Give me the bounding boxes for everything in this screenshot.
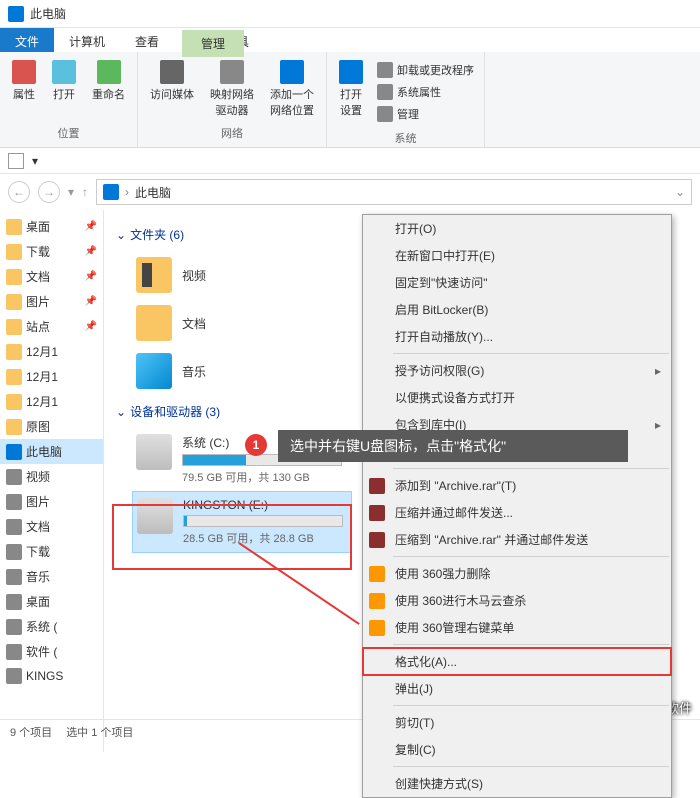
tab-computer[interactable]: 计算机: [54, 28, 120, 52]
nav-history[interactable]: ▾: [68, 185, 74, 199]
context-menu-item[interactable]: 弹出(J): [363, 675, 671, 702]
nav-back[interactable]: ←: [8, 181, 30, 203]
sidebar-item[interactable]: 软件 (: [0, 639, 103, 664]
status-selected: 选中 1 个项目: [66, 724, 133, 740]
sidebar-item[interactable]: 音乐: [0, 564, 103, 589]
sidebar-item[interactable]: 视频: [0, 464, 103, 489]
sidebar-item[interactable]: 12月1: [0, 389, 103, 414]
context-menu-item[interactable]: 压缩并通过邮件发送...: [363, 499, 671, 526]
sidebar-item[interactable]: 图片: [0, 489, 103, 514]
sidebar-item[interactable]: 桌面: [0, 589, 103, 614]
context-menu-item[interactable]: 复制(C): [363, 736, 671, 763]
context-menu: 打开(O)在新窗口中打开(E)固定到"快速访问"启用 BitLocker(B)打…: [362, 214, 672, 798]
ribbon-uninstall[interactable]: 卸载或更改程序: [373, 60, 478, 80]
context-menu-item[interactable]: 打开(O): [363, 215, 671, 242]
ribbon-group-location: 位置: [6, 123, 131, 143]
drive-icon: [136, 434, 172, 470]
sidebar-item[interactable]: 文档: [0, 514, 103, 539]
nav-forward[interactable]: →: [38, 181, 60, 203]
chevron-down-icon[interactable]: ⌄: [675, 185, 685, 199]
ribbon-group-system: 系统: [333, 128, 478, 148]
ribbon-access-media[interactable]: 访问媒体: [144, 56, 200, 106]
navbar: ← → ▾ ↑ › 此电脑 ⌄: [0, 174, 700, 210]
sidebar-item[interactable]: 站点📌: [0, 314, 103, 339]
sidebar-item[interactable]: KINGS: [0, 664, 103, 688]
qat-separator: ▾: [32, 154, 38, 168]
ribbon-manage[interactable]: 管理: [373, 104, 478, 124]
sidebar-item[interactable]: 文档📌: [0, 264, 103, 289]
sidebar-item[interactable]: 下载: [0, 539, 103, 564]
titlebar: 此电脑: [0, 0, 700, 28]
context-menu-item[interactable]: 固定到"快速访问": [363, 269, 671, 296]
pc-icon: [8, 6, 24, 22]
quick-access-toolbar: ▾: [0, 148, 700, 174]
ribbon-group-network: 网络: [144, 123, 320, 143]
context-menu-item[interactable]: 启用 BitLocker(B): [363, 296, 671, 323]
context-menu-item[interactable]: 使用 360进行木马云查杀: [363, 587, 671, 614]
window-title: 此电脑: [30, 5, 66, 22]
address-text: 此电脑: [135, 184, 171, 201]
sidebar-item[interactable]: 图片📌: [0, 289, 103, 314]
drive-icon: [137, 498, 173, 534]
ribbon: 属性 打开 重命名 位置 访问媒体 映射网络 驱动器 添加一个 网络位置 网络 …: [0, 52, 700, 148]
nav-up[interactable]: ↑: [82, 185, 88, 199]
status-count: 9 个项目: [10, 724, 52, 740]
context-menu-item[interactable]: 剪切(T): [363, 709, 671, 736]
tab-file[interactable]: 文件: [0, 28, 54, 52]
context-menu-item[interactable]: 以便携式设备方式打开: [363, 384, 671, 411]
ribbon-open[interactable]: 打开: [46, 56, 82, 106]
sidebar-item[interactable]: 下载📌: [0, 239, 103, 264]
context-menu-item[interactable]: 打开自动播放(Y)...: [363, 323, 671, 350]
callout-line: [238, 542, 359, 625]
context-menu-item[interactable]: 使用 360强力删除: [363, 560, 671, 587]
address-bar[interactable]: › 此电脑 ⌄: [96, 179, 692, 205]
tab-view[interactable]: 查看: [120, 28, 174, 52]
sidebar-this-pc[interactable]: 此电脑: [0, 439, 103, 464]
ribbon-open-settings[interactable]: 打开 设置: [333, 56, 369, 122]
qat-checkbox[interactable]: [8, 153, 24, 169]
context-menu-item[interactable]: 添加到 "Archive.rar"(T): [363, 472, 671, 499]
ribbon-properties[interactable]: 属性: [6, 56, 42, 106]
ribbon-sysprops[interactable]: 系统属性: [373, 82, 478, 102]
sidebar: 桌面📌下载📌文档📌图片📌站点📌12月112月112月1原图此电脑视频图片文档下载…: [0, 210, 104, 752]
pc-icon: [103, 184, 119, 200]
context-menu-item[interactable]: 压缩到 "Archive.rar" 并通过邮件发送: [363, 526, 671, 553]
sidebar-item[interactable]: 系统 (: [0, 614, 103, 639]
sidebar-item[interactable]: 原图: [0, 414, 103, 439]
context-menu-item[interactable]: 格式化(A)...: [363, 648, 671, 675]
ribbon-add-location[interactable]: 添加一个 网络位置: [264, 56, 320, 122]
context-menu-item[interactable]: 在新窗口中打开(E): [363, 242, 671, 269]
context-menu-item[interactable]: 使用 360管理右键菜单: [363, 614, 671, 641]
sidebar-item[interactable]: 12月1: [0, 339, 103, 364]
ribbon-tabs: 文件 计算机 查看 驱动器工具: [0, 28, 700, 52]
ribbon-rename[interactable]: 重命名: [86, 56, 131, 106]
sidebar-item[interactable]: 12月1: [0, 364, 103, 389]
context-menu-item[interactable]: 授予访问权限(G)▸: [363, 357, 671, 384]
sidebar-item[interactable]: 桌面📌: [0, 214, 103, 239]
context-menu-item[interactable]: 创建快捷方式(S): [363, 770, 671, 797]
tab-manage[interactable]: 管理: [182, 30, 244, 57]
callout-text: 选中并右键U盘图标，点击"格式化": [278, 430, 628, 462]
callout-badge: 1: [245, 434, 267, 456]
ribbon-map-drive[interactable]: 映射网络 驱动器: [204, 56, 260, 122]
